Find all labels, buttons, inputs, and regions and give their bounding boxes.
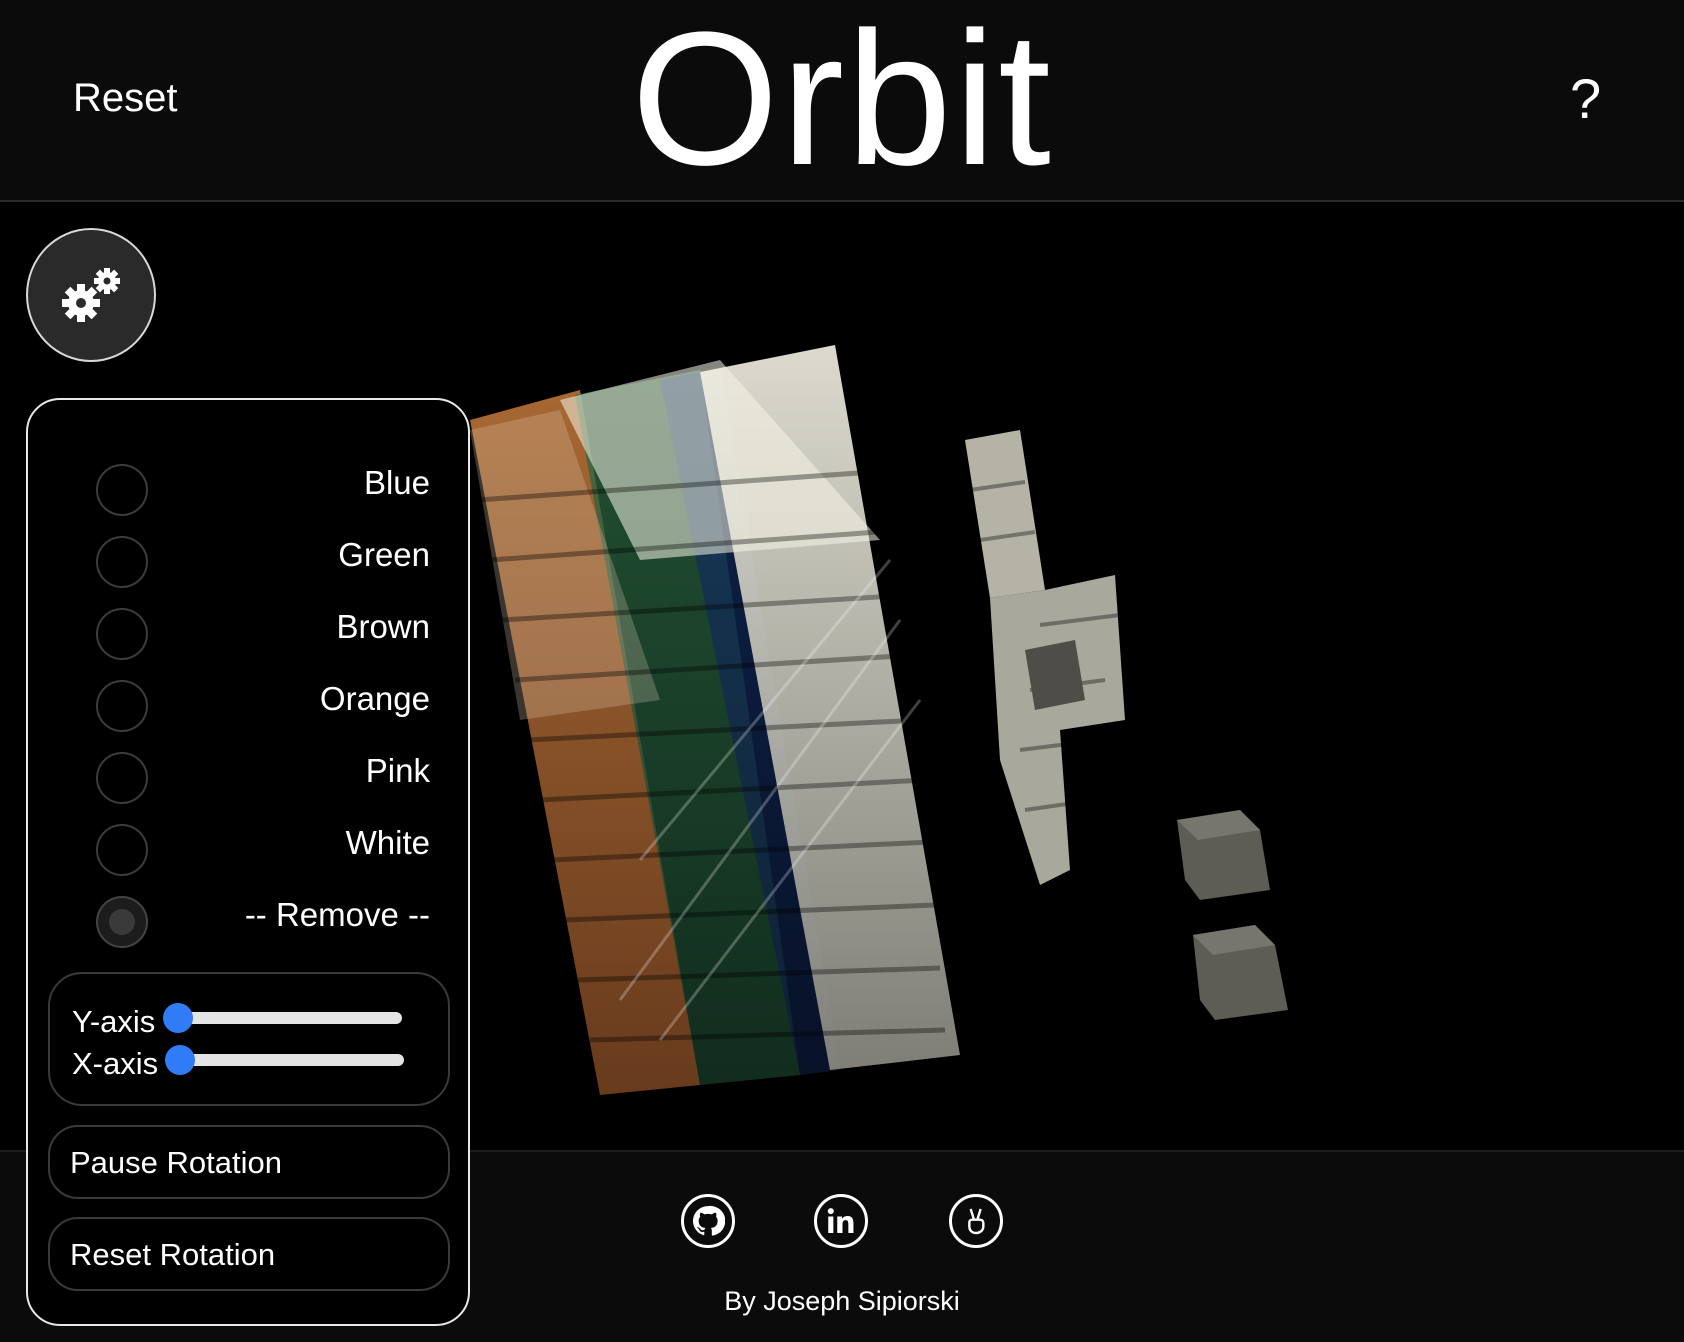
color-option-white[interactable]: White bbox=[70, 824, 430, 880]
y-axis-label: Y-axis bbox=[72, 1004, 156, 1039]
linkedin-icon bbox=[827, 1208, 854, 1233]
radio-pink[interactable] bbox=[96, 752, 148, 804]
color-label: Green bbox=[338, 536, 430, 573]
settings-panel: Blue Green Brown Orange Pink White -- Re… bbox=[26, 398, 470, 1326]
header-bar: Reset Orbit ? bbox=[0, 0, 1684, 202]
help-button[interactable]: ? bbox=[1570, 66, 1601, 131]
settings-button[interactable] bbox=[26, 228, 156, 362]
radio-white[interactable] bbox=[96, 824, 148, 876]
peace-hand-icon bbox=[968, 1208, 985, 1235]
linkedin-link[interactable] bbox=[814, 1194, 868, 1248]
radio-green[interactable] bbox=[96, 536, 148, 588]
radio-brown[interactable] bbox=[96, 608, 148, 660]
reset-rotation-button[interactable]: Reset Rotation bbox=[48, 1217, 450, 1291]
page-title: Orbit bbox=[631, 0, 1053, 205]
color-option-remove[interactable]: -- Remove -- bbox=[70, 896, 430, 952]
rotation-axis-controls: Y-axis X-axis bbox=[48, 972, 450, 1106]
color-label: -- Remove -- bbox=[244, 896, 430, 933]
github-link[interactable] bbox=[681, 1194, 735, 1248]
radio-blue[interactable] bbox=[96, 464, 148, 516]
x-axis-label: X-axis bbox=[72, 1046, 159, 1081]
color-label: Blue bbox=[363, 464, 430, 501]
github-icon bbox=[692, 1205, 725, 1236]
color-option-pink[interactable]: Pink bbox=[70, 752, 430, 808]
color-option-orange[interactable]: Orange bbox=[70, 680, 430, 736]
radio-orange[interactable] bbox=[96, 680, 148, 732]
y-axis-slider-thumb[interactable] bbox=[163, 1003, 193, 1033]
gears-icon bbox=[62, 268, 120, 322]
color-label: Brown bbox=[336, 608, 430, 645]
color-option-blue[interactable]: Blue bbox=[70, 464, 430, 520]
y-axis-slider[interactable] bbox=[163, 1003, 402, 1033]
pause-rotation-button[interactable]: Pause Rotation bbox=[48, 1125, 450, 1199]
color-option-green[interactable]: Green bbox=[70, 536, 430, 592]
color-label: Pink bbox=[365, 752, 430, 789]
color-label: White bbox=[345, 824, 430, 861]
peace-link[interactable] bbox=[949, 1194, 1003, 1248]
x-axis-slider-thumb[interactable] bbox=[165, 1045, 195, 1075]
pause-rotation-label: Pause Rotation bbox=[70, 1145, 282, 1180]
color-label: Orange bbox=[319, 680, 430, 717]
x-axis-slider[interactable] bbox=[165, 1045, 404, 1075]
reset-rotation-label: Reset Rotation bbox=[70, 1237, 276, 1272]
color-option-brown[interactable]: Brown bbox=[70, 608, 430, 664]
voxel-side-column bbox=[965, 430, 1045, 598]
radio-remove[interactable] bbox=[96, 896, 148, 948]
